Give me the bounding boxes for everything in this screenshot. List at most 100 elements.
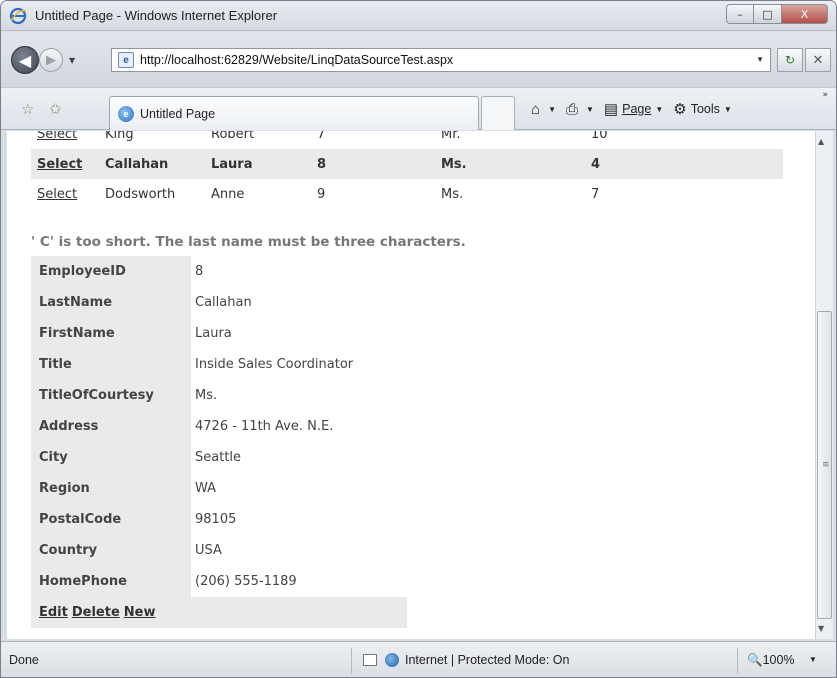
select-link[interactable]: Select	[37, 131, 77, 142]
back-button[interactable]: ◀	[11, 46, 39, 74]
address-bar[interactable]: e http://localhost:62829/Website/LinqDat…	[111, 48, 771, 72]
forward-button[interactable]: ▶	[39, 48, 63, 72]
details-row: LastName Callahan	[31, 287, 407, 318]
toolbar-overflow-icon[interactable]: »	[822, 90, 828, 100]
back-arrow-icon: ◀	[18, 50, 32, 70]
refresh-button[interactable]: ↻	[777, 48, 803, 72]
details-row: TitleOfCourtesy Ms.	[31, 380, 407, 411]
grid-row: Select Dodsworth Anne 9 Ms. 7	[31, 179, 783, 209]
print-button[interactable]: ⎙ ▼	[566, 101, 594, 118]
details-row: HomePhone (206) 555-1189	[31, 566, 407, 597]
navigation-bar: ◀ ▶ ▼ e http://localhost:62829/Website/L…	[1, 32, 836, 87]
zone-text: Internet | Protected Mode: On	[405, 653, 570, 667]
scroll-up-icon[interactable]: ▲	[818, 137, 824, 146]
page-menu-label: Page	[622, 102, 652, 116]
history-dropdown-icon[interactable]: ▼	[69, 56, 75, 65]
tab-label: Untitled Page	[140, 106, 216, 121]
scroll-down-icon[interactable]: ▼	[818, 624, 824, 633]
page-menu-icon: ▤	[603, 101, 619, 118]
address-dropdown-icon[interactable]: ▼	[756, 55, 764, 64]
employee-grid: Select King Robert 7 Mr. 10 Select Calla…	[31, 131, 783, 209]
field-label: PostalCode	[31, 504, 191, 535]
field-value: 8	[195, 264, 204, 279]
vertical-scrollbar[interactable]: ▲ ≡ ▼	[815, 131, 833, 639]
grid-cell-extra: 7	[591, 186, 600, 202]
stop-icon: ✕	[812, 52, 824, 68]
maximize-button[interactable]: □	[754, 4, 782, 24]
tab-untitled-page[interactable]: e Untitled Page	[109, 96, 479, 130]
field-value: Laura	[195, 326, 232, 341]
field-label: City	[31, 442, 191, 473]
favorites-star-icon[interactable]: ☆	[21, 100, 34, 118]
protected-mode-icon	[363, 654, 377, 666]
minimize-button[interactable]: –	[726, 4, 754, 24]
grid-row-selected: Select Callahan Laura 8 Ms. 4	[31, 149, 783, 179]
forward-arrow-icon: ▶	[46, 52, 56, 68]
grid-cell-firstname: Robert	[211, 131, 255, 142]
internet-globe-icon	[385, 653, 399, 667]
add-favorites-icon[interactable]: ✩	[49, 100, 62, 118]
home-icon: ⌂	[531, 100, 541, 118]
command-bar: ☆ ✩ e Untitled Page ⌂ ▼ ⎙ ▼ ▤ Page ▼ ⚙ Tools ▼…	[1, 87, 836, 130]
field-value: USA	[195, 543, 222, 558]
security-zone[interactable]: Internet | Protected Mode: On	[363, 653, 569, 667]
print-dropdown-icon: ▼	[586, 104, 594, 114]
select-link[interactable]: Select	[37, 187, 77, 202]
title-bar: Untitled Page - Windows Internet Explore…	[1, 1, 836, 31]
zoom-dropdown-icon[interactable]: ▼	[809, 655, 817, 664]
grid-cell-courtesy: Ms.	[441, 186, 464, 202]
url-text[interactable]: http://localhost:62829/Website/LinqDataS…	[140, 53, 453, 67]
page-menu[interactable]: ▤ Page ▼	[604, 100, 663, 118]
browser-window: Untitled Page - Windows Internet Explore…	[0, 0, 837, 678]
details-view: EmployeeID 8 LastName Callahan FirstName La…	[31, 256, 407, 628]
field-value: 98105	[195, 512, 237, 527]
grid-cell-id: 7	[317, 131, 326, 142]
delete-link[interactable]: Delete	[72, 605, 120, 620]
field-label: LastName	[31, 287, 191, 318]
scrollbar-thumb[interactable]: ≡	[817, 311, 832, 619]
status-bar: Done Internet | Protected Mode: On 🔍100%…	[1, 641, 836, 677]
grid-cell-lastname: Callahan	[105, 156, 169, 172]
grid-row: Select King Robert 7 Mr. 10	[31, 131, 783, 149]
grid-cell-extra: 4	[591, 156, 601, 172]
zoom-level[interactable]: 🔍100%	[747, 653, 795, 668]
field-value: Seattle	[195, 450, 242, 465]
field-label: TitleOfCourtesy	[31, 380, 191, 411]
grid-cell-firstname: Laura	[211, 156, 253, 172]
tools-menu[interactable]: ⚙ Tools ▼	[673, 100, 732, 118]
page-dropdown-icon: ▼	[655, 104, 664, 114]
field-label: HomePhone	[31, 566, 191, 597]
close-button[interactable]: X	[782, 4, 828, 24]
field-value: 4726 - 11th Ave. N.E.	[195, 419, 334, 434]
printer-icon: ⎙	[565, 100, 578, 118]
details-row: PostalCode 98105	[31, 504, 407, 535]
field-label: Region	[31, 473, 191, 504]
field-value: WA	[195, 481, 217, 496]
field-label: Country	[31, 535, 191, 566]
window-title: Untitled Page - Windows Internet Explore…	[35, 8, 278, 23]
status-text: Done	[9, 653, 39, 667]
details-row: Country USA	[31, 535, 407, 566]
field-label: Address	[31, 411, 191, 442]
page-icon: e	[118, 52, 134, 68]
stop-button[interactable]: ✕	[805, 48, 831, 72]
tools-menu-label: Tools	[690, 102, 720, 116]
home-button[interactable]: ⌂ ▼	[531, 101, 556, 118]
edit-link[interactable]: Edit	[39, 605, 68, 620]
field-value: Inside Sales Coordinator	[195, 357, 354, 372]
zoom-text: 100%	[762, 653, 795, 667]
grid-cell-id: 9	[317, 186, 326, 202]
new-link[interactable]: New	[124, 605, 156, 620]
home-dropdown-icon: ▼	[548, 104, 556, 114]
grid-cell-lastname: Dodsworth	[105, 186, 176, 202]
refresh-icon: ↻	[784, 53, 796, 67]
grid-cell-firstname: Anne	[211, 186, 245, 202]
tools-dropdown-icon: ▼	[723, 104, 732, 114]
tab-page-icon: e	[118, 105, 134, 122]
new-tab-button[interactable]	[481, 96, 515, 130]
grid-cell-lastname: King	[105, 131, 134, 142]
select-link[interactable]: Select	[37, 157, 82, 172]
field-label: FirstName	[31, 318, 191, 349]
field-value: Ms.	[195, 388, 218, 403]
grip-icon: ≡	[822, 460, 830, 470]
